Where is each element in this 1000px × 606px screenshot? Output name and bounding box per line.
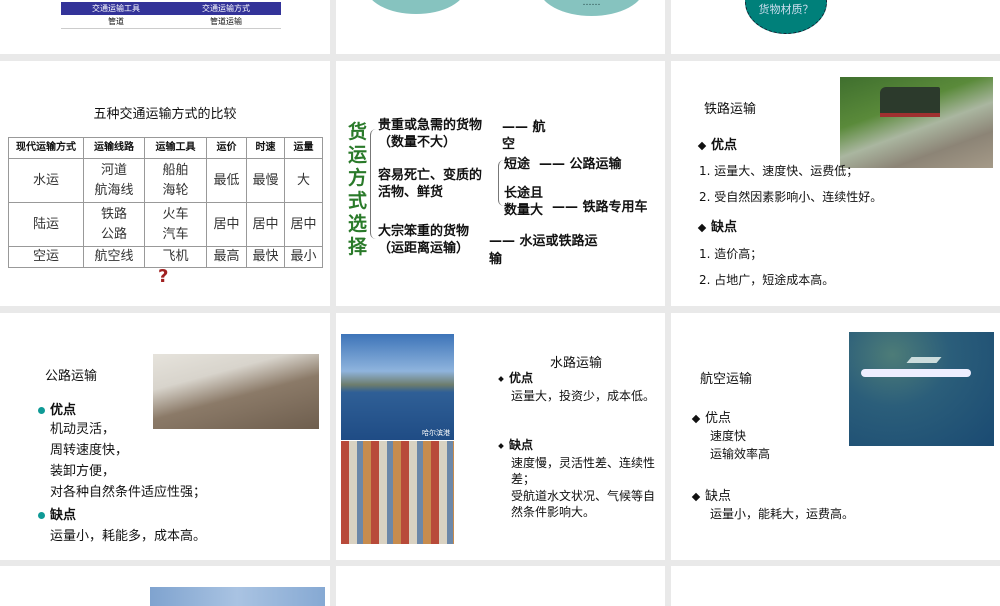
pros-heading: 优点: [38, 399, 76, 418]
result-road: —— 公路运输: [539, 157, 622, 172]
cons-item: 1. 造价高；: [699, 247, 763, 261]
slide-thumbnail-12[interactable]: [671, 566, 1000, 606]
diamond-bullet-icon: [498, 375, 504, 382]
airplane-photo: [849, 332, 994, 446]
table-header: 运输工具: [144, 137, 207, 159]
slide-thumbnail-4[interactable]: 五种交通运输方式的比较 现代运输方式 运输线路 运输工具 运价 时速 运量 水运…: [0, 61, 330, 306]
table-header: 运价: [206, 137, 247, 159]
container-port-photo: [341, 441, 454, 544]
table-cell: 陆运: [8, 202, 84, 247]
table-header: 现代运输方式: [8, 137, 84, 159]
table-row: 空运 航空线 飞机 最高 最快 最小: [8, 246, 323, 268]
cons-item: 运量小，能耗大，运费高。: [710, 507, 855, 521]
slide-title: 铁路运输: [704, 102, 757, 117]
slide-thumbnail-1[interactable]: 交通运输工具 交通运输方式 管道 管道运输: [0, 0, 330, 54]
diamond-bullet-icon: [691, 414, 701, 423]
harbor-photo: 哈尔滨港: [341, 334, 454, 440]
pros-item: 1. 运量大、速度快、运费低；: [699, 164, 859, 178]
table-header: 时速: [246, 137, 285, 159]
table-row: 陆运 铁路 公路 火车 汽车 居中 居中 居中: [8, 202, 323, 247]
slide-title: 五种交通运输方式的比较: [93, 107, 237, 122]
cons-heading: 缺点: [498, 436, 533, 453]
brace: [370, 129, 378, 239]
table-header: 交通运输工具: [92, 4, 140, 13]
photo-caption: 哈尔滨港: [422, 429, 450, 437]
sky-photo: [150, 587, 325, 606]
table-cell: 最慢: [246, 158, 285, 203]
pros-list: 速度快 运输效率高: [710, 429, 771, 461]
slide-thumbnail-9[interactable]: 航空运输 优点 速度快 运输效率高 缺点 运量小，能耗大，运费高。: [671, 313, 1000, 560]
pros-heading: 优点: [697, 134, 737, 153]
slide-thumbnail-10[interactable]: [0, 566, 330, 606]
cons-heading: 缺点: [38, 504, 76, 523]
cargo-group-2: 容易死亡、变质的 活物、鲜货: [378, 168, 483, 200]
teal-ellipse: ……: [539, 0, 644, 16]
pros-heading: 优点: [498, 369, 533, 386]
transport-table: 交通运输工具 交通运输方式 管道 管道运输: [61, 2, 281, 29]
diamond-bullet-icon: [498, 442, 504, 449]
slide-thumbnail-11[interactable]: [336, 566, 665, 606]
cons-heading: 缺点: [697, 216, 737, 235]
pros-item: 2. 受自然因素影响小、连续性好。: [699, 190, 883, 204]
table-cell: 船舶 海轮: [144, 158, 207, 203]
table-cell: 铁路 公路: [83, 202, 145, 247]
cons-item: 受航道水文状况、气候等自然条件影响大。: [511, 489, 656, 519]
slide-thumbnail-3[interactable]: 货物材质？: [671, 0, 1000, 54]
table-cell: 飞机: [144, 246, 207, 268]
highway-photo: [153, 354, 319, 429]
cons-heading: 缺点: [691, 485, 731, 504]
table-header: 交通运输方式: [202, 4, 250, 13]
slide-thumbnail-7[interactable]: 公路运输 优点 机动灵活， 周转速度快， 装卸方便， 对各种自然条件适应性强； 缺点 …: [0, 313, 330, 560]
table-cell: 河道 航海线: [83, 158, 145, 203]
diamond-bullet-icon: [691, 492, 701, 501]
table-cell: 最快: [246, 246, 285, 268]
table-cell: 大: [284, 158, 323, 203]
pros-heading: 优点: [691, 407, 731, 426]
cargo-group-1: 贵重或急需的货物 （数量不大）: [378, 118, 483, 150]
diamond-bullet-icon: [697, 141, 707, 150]
side-title: 货运方式选择: [348, 121, 368, 258]
pros-list: 机动灵活， 周转速度快， 装卸方便， 对各种自然条件适应性强；: [50, 422, 207, 500]
slide-thumbnail-6[interactable]: 铁路运输 优点 1. 运量大、速度快、运费低； 2. 受自然因素影响小、连续性好…: [671, 61, 1000, 306]
train-photo: [840, 77, 993, 168]
long-distance: 长途且 数量大: [504, 186, 544, 218]
table-cell: 最高: [206, 246, 247, 268]
slide-title: 航空运输: [700, 372, 753, 387]
slide-thumbnail-5[interactable]: 货运方式选择 贵重或急需的货物 （数量不大） —— 航空 容易死亡、变质的 活物、鲜…: [336, 61, 665, 306]
slide-title: 公路运输: [45, 369, 98, 384]
table-cell: 航空线: [83, 246, 145, 268]
slide-thumbnail-8[interactable]: 哈尔滨港 水路运输 优点 运量大，投资少，成本低。 缺点 速度慢，灵活性差、连续…: [336, 313, 665, 560]
cargo-group-3: 大宗笨重的货物 （运距离运输）: [378, 224, 470, 256]
result-air: —— 航空: [502, 120, 546, 152]
slide-title: 水路运输: [550, 356, 603, 371]
table-cell: 居中: [206, 202, 247, 247]
table-cell: 居中: [246, 202, 285, 247]
table-header: 运量: [284, 137, 323, 159]
bullet-dot-icon: [38, 407, 45, 414]
cons-item: 运量小，耗能多，成本高。: [50, 529, 207, 544]
table-cell: 最小: [284, 246, 323, 268]
pros-item: 运量大，投资少，成本低。: [511, 389, 656, 403]
teal-ellipse: [366, 0, 466, 14]
table-row: 水运 河道 航海线 船舶 海轮 最低 最慢大: [8, 158, 323, 203]
comparison-table: 现代运输方式 运输线路 运输工具 运价 时速 运量 水运 河道 航海线 船舶 海轮最…: [8, 137, 323, 268]
result-water: —— 水运或铁路运输: [489, 234, 598, 267]
cons-item: 速度慢，灵活性差、连续性差；: [511, 456, 656, 486]
result-rail: —— 铁路专用车: [552, 200, 648, 215]
table-cell: 居中: [284, 202, 323, 247]
short-distance: 短途: [504, 157, 531, 172]
question-mark-icon: ?: [158, 266, 169, 287]
table-cell: 火车 汽车: [144, 202, 207, 247]
diamond-bullet-icon: [697, 223, 707, 232]
table-header: 运输线路: [83, 137, 145, 159]
cons-item: 2. 占地广，短途成本高。: [699, 273, 835, 287]
table-cell: 水运: [8, 158, 84, 203]
table-cell: 管道运输: [210, 16, 242, 26]
bullet-dot-icon: [38, 512, 45, 519]
table-cell: 最低: [206, 158, 247, 203]
table-cell: 管道: [108, 16, 124, 26]
table-cell: 空运: [8, 246, 84, 268]
slide-thumbnail-2[interactable]: ……: [336, 0, 665, 54]
question-bubble: 货物材质？: [745, 0, 827, 34]
